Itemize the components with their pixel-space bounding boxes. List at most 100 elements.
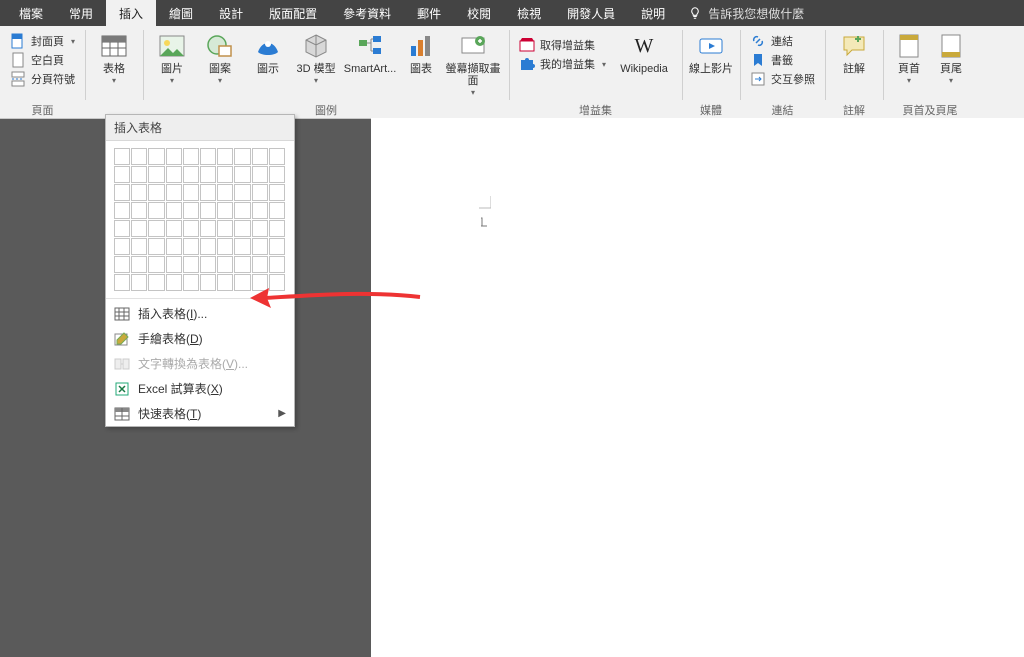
- tell-me-search[interactable]: 告訴我您想做什麼: [678, 0, 814, 26]
- grid-cell[interactable]: [114, 184, 130, 201]
- grid-cell[interactable]: [200, 274, 216, 291]
- tab-developer[interactable]: 開發人員: [554, 0, 628, 26]
- grid-cell[interactable]: [269, 256, 285, 273]
- grid-cell[interactable]: [200, 184, 216, 201]
- chart-button[interactable]: 圖表: [401, 30, 441, 77]
- tab-review[interactable]: 校閱: [454, 0, 504, 26]
- excel-spreadsheet-item[interactable]: Excel 試算表(X): [106, 376, 294, 401]
- grid-cell[interactable]: [252, 238, 268, 255]
- grid-cell[interactable]: [217, 274, 233, 291]
- grid-cell[interactable]: [234, 256, 250, 273]
- grid-cell[interactable]: [131, 202, 147, 219]
- header-button[interactable]: 頁首▾: [889, 30, 929, 86]
- grid-cell[interactable]: [166, 184, 182, 201]
- grid-cell[interactable]: [200, 202, 216, 219]
- document-canvas[interactable]: [371, 118, 1024, 657]
- grid-cell[interactable]: [217, 184, 233, 201]
- tab-design[interactable]: 設計: [206, 0, 256, 26]
- grid-cell[interactable]: [148, 220, 164, 237]
- grid-cell[interactable]: [269, 148, 285, 165]
- tab-mailings[interactable]: 郵件: [404, 0, 454, 26]
- grid-cell[interactable]: [148, 184, 164, 201]
- blank-page-button[interactable]: 空白頁: [6, 51, 79, 69]
- grid-cell[interactable]: [148, 166, 164, 183]
- tab-layout[interactable]: 版面配置: [256, 0, 330, 26]
- grid-cell[interactable]: [114, 238, 130, 255]
- smartart-button[interactable]: SmartArt...: [341, 30, 399, 77]
- grid-cell[interactable]: [269, 274, 285, 291]
- grid-cell[interactable]: [148, 148, 164, 165]
- grid-cell[interactable]: [166, 238, 182, 255]
- grid-cell[interactable]: [200, 256, 216, 273]
- grid-cell[interactable]: [234, 166, 250, 183]
- screenshot-button[interactable]: 螢幕擷取畫面▾: [443, 30, 503, 98]
- comment-button[interactable]: 註解: [831, 30, 877, 77]
- grid-cell[interactable]: [131, 238, 147, 255]
- wikipedia-button[interactable]: W Wikipedia: [612, 30, 676, 77]
- grid-cell[interactable]: [269, 238, 285, 255]
- grid-cell[interactable]: [114, 202, 130, 219]
- pictures-button[interactable]: 圖片▾: [149, 30, 195, 86]
- grid-cell[interactable]: [200, 220, 216, 237]
- grid-cell[interactable]: [252, 274, 268, 291]
- grid-cell[interactable]: [131, 220, 147, 237]
- grid-cell[interactable]: [200, 166, 216, 183]
- tab-references[interactable]: 參考資料: [330, 0, 404, 26]
- page-break-button[interactable]: 分頁符號: [6, 70, 79, 88]
- grid-cell[interactable]: [252, 256, 268, 273]
- grid-cell[interactable]: [234, 184, 250, 201]
- cover-page-button[interactable]: 封面頁▾: [6, 32, 79, 50]
- get-addins-button[interactable]: 取得增益集: [515, 36, 610, 54]
- grid-cell[interactable]: [131, 184, 147, 201]
- grid-cell[interactable]: [234, 220, 250, 237]
- grid-cell[interactable]: [269, 166, 285, 183]
- icons-button[interactable]: 圖示: [245, 30, 291, 77]
- cross-reference-button[interactable]: 交互參照: [746, 70, 819, 88]
- table-size-grid[interactable]: [106, 141, 294, 296]
- grid-cell[interactable]: [114, 256, 130, 273]
- grid-cell[interactable]: [252, 184, 268, 201]
- grid-cell[interactable]: [252, 166, 268, 183]
- grid-cell[interactable]: [217, 202, 233, 219]
- grid-cell[interactable]: [148, 202, 164, 219]
- grid-cell[interactable]: [114, 220, 130, 237]
- grid-cell[interactable]: [166, 274, 182, 291]
- table-button[interactable]: 表格 ▾: [91, 30, 137, 86]
- grid-cell[interactable]: [269, 184, 285, 201]
- grid-cell[interactable]: [114, 148, 130, 165]
- grid-cell[interactable]: [131, 274, 147, 291]
- 3d-models-button[interactable]: 3D 模型▾: [293, 30, 339, 86]
- grid-cell[interactable]: [183, 184, 199, 201]
- grid-cell[interactable]: [200, 148, 216, 165]
- grid-cell[interactable]: [234, 148, 250, 165]
- grid-cell[interactable]: [166, 148, 182, 165]
- grid-cell[interactable]: [166, 166, 182, 183]
- shapes-button[interactable]: 圖案▾: [197, 30, 243, 86]
- bookmark-button[interactable]: 書籤: [746, 51, 819, 69]
- insert-table-item[interactable]: 插入表格(I)...: [106, 301, 294, 326]
- footer-button[interactable]: 頁尾▾: [931, 30, 971, 86]
- grid-cell[interactable]: [114, 274, 130, 291]
- grid-cell[interactable]: [183, 274, 199, 291]
- tab-view[interactable]: 檢視: [504, 0, 554, 26]
- grid-cell[interactable]: [131, 148, 147, 165]
- grid-cell[interactable]: [234, 238, 250, 255]
- link-button[interactable]: 連結: [746, 32, 819, 50]
- draw-table-item[interactable]: 手繪表格(D): [106, 326, 294, 351]
- my-addins-button[interactable]: 我的增益集▾: [515, 55, 610, 73]
- online-video-button[interactable]: 線上影片: [688, 30, 734, 77]
- grid-cell[interactable]: [234, 202, 250, 219]
- grid-cell[interactable]: [131, 256, 147, 273]
- tab-draw[interactable]: 繪圖: [156, 0, 206, 26]
- tab-help[interactable]: 說明: [628, 0, 678, 26]
- grid-cell[interactable]: [252, 220, 268, 237]
- grid-cell[interactable]: [183, 220, 199, 237]
- grid-cell[interactable]: [183, 256, 199, 273]
- grid-cell[interactable]: [269, 220, 285, 237]
- grid-cell[interactable]: [183, 166, 199, 183]
- grid-cell[interactable]: [148, 256, 164, 273]
- grid-cell[interactable]: [217, 256, 233, 273]
- tab-insert[interactable]: 插入: [106, 0, 156, 26]
- grid-cell[interactable]: [148, 274, 164, 291]
- grid-cell[interactable]: [269, 202, 285, 219]
